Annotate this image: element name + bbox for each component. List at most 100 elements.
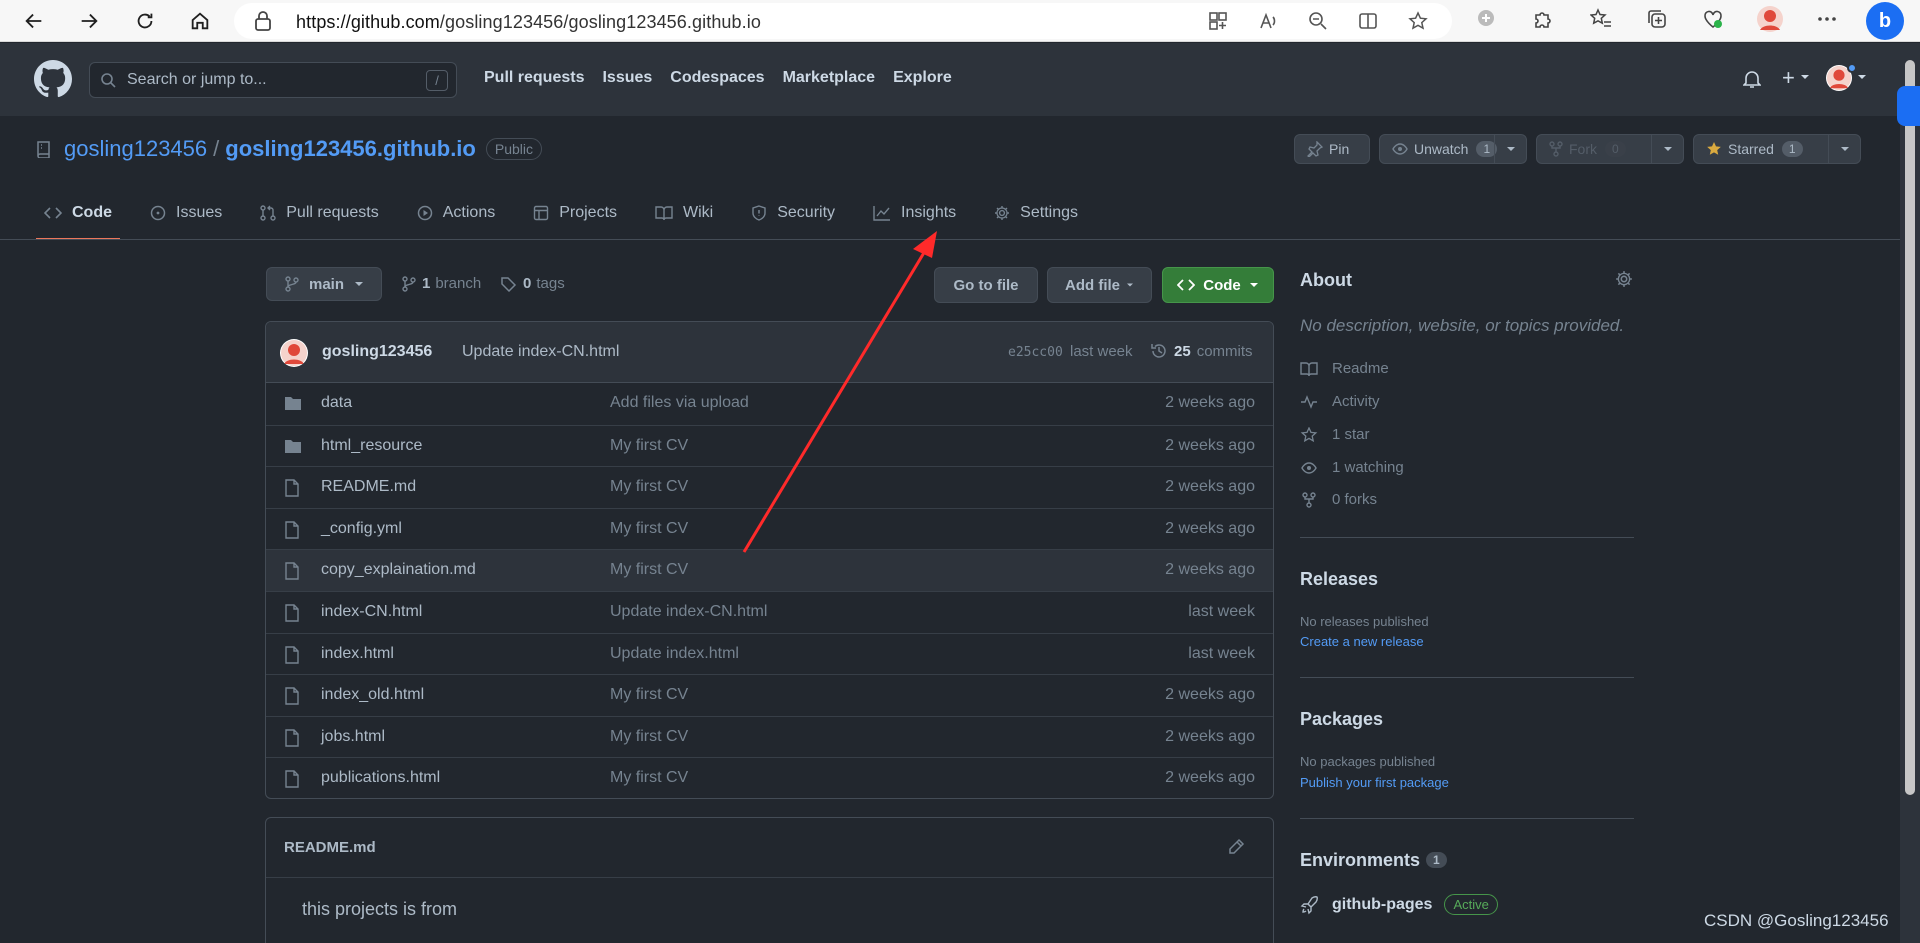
extension-icon[interactable]: [1476, 8, 1496, 28]
commit-message-link[interactable]: Update index-CN.html: [462, 343, 619, 361]
file-name-link[interactable]: _config.yml: [321, 520, 402, 538]
forks-link[interactable]: 0 forks: [1300, 491, 1377, 508]
chevron-down-icon[interactable]: [1800, 73, 1810, 81]
file-commit-message-link[interactable]: My first CV: [610, 520, 688, 538]
tab-pull-requests[interactable]: Pull requests: [252, 198, 379, 240]
file-commit-message-link[interactable]: My first CV: [610, 728, 688, 746]
starred-button[interactable]: Starred 1: [1693, 134, 1861, 164]
refresh-icon[interactable]: [128, 4, 162, 38]
nav-pull-requests[interactable]: Pull requests: [484, 69, 584, 87]
tab-security[interactable]: Security: [743, 198, 835, 240]
file-commit-message-link[interactable]: My first CV: [610, 769, 688, 787]
environment-github-pages[interactable]: github-pages Active: [1300, 894, 1498, 915]
commit-author-avatar[interactable]: [280, 339, 308, 367]
read-aloud-icon[interactable]: [1258, 11, 1278, 31]
collections-icon[interactable]: [1646, 8, 1668, 30]
watchers-link[interactable]: 1 watching: [1300, 459, 1404, 476]
file-row[interactable]: publications.html My first CV 2 weeks ago: [266, 757, 1273, 798]
file-row[interactable]: README.md My first CV 2 weeks ago: [266, 466, 1273, 508]
repo-name-link[interactable]: gosling123456.github.io: [225, 136, 476, 162]
unwatch-dropdown-chevron-icon[interactable]: [1494, 135, 1526, 163]
avatar-chevron-down-icon[interactable]: [1857, 73, 1867, 81]
add-file-button[interactable]: Add file: [1047, 267, 1152, 303]
back-icon[interactable]: [17, 4, 51, 38]
file-row[interactable]: data Add files via upload 2 weeks ago: [266, 383, 1273, 425]
file-row[interactable]: index-CN.html Update index-CN.html last we…: [266, 590, 1273, 633]
split-screen-icon[interactable]: [1358, 11, 1378, 31]
file-name-link[interactable]: index_old.html: [321, 686, 424, 704]
tab-insights[interactable]: Insights: [865, 198, 956, 240]
file-row[interactable]: jobs.html My first CV 2 weeks ago: [266, 715, 1273, 758]
file-row[interactable]: copy_explaination.md My first CV 2 weeks a…: [266, 549, 1273, 591]
file-commit-message-link[interactable]: My first CV: [610, 478, 688, 496]
commit-sha-link[interactable]: e25cc00: [1008, 345, 1063, 360]
forward-icon[interactable]: [72, 4, 106, 38]
bing-copilot-icon[interactable]: b: [1866, 2, 1904, 40]
address-bar[interactable]: https://github.com/gosling123456/gosling…: [234, 3, 1452, 39]
readme-title[interactable]: README.md: [284, 839, 376, 856]
file-commit-message-link[interactable]: My first CV: [610, 437, 688, 455]
create-new-plus-icon[interactable]: +: [1782, 65, 1795, 91]
starred-dropdown-chevron-icon[interactable]: [1828, 135, 1860, 163]
file-commit-message-link[interactable]: Update index.html: [610, 645, 739, 663]
health-icon[interactable]: [1702, 8, 1724, 30]
activity-link[interactable]: Activity: [1300, 393, 1380, 410]
commit-author-link[interactable]: gosling123456: [322, 343, 432, 361]
file-name-link[interactable]: data: [321, 394, 352, 412]
repo-owner-link[interactable]: gosling123456: [64, 136, 207, 162]
commit-history-link[interactable]: 25 commits: [1150, 342, 1253, 360]
tab-issues[interactable]: Issues: [142, 198, 222, 240]
releases-heading[interactable]: Releases: [1300, 569, 1378, 590]
github-logo-icon[interactable]: [34, 60, 72, 98]
create-release-link[interactable]: Create a new release: [1300, 634, 1424, 649]
zoom-out-icon[interactable]: [1308, 11, 1328, 31]
puzzle-icon[interactable]: [1532, 8, 1554, 30]
nav-issues[interactable]: Issues: [602, 69, 652, 87]
packages-heading[interactable]: Packages: [1300, 709, 1383, 730]
more-icon[interactable]: [1816, 8, 1838, 30]
file-commit-message-link[interactable]: Update index-CN.html: [610, 603, 767, 621]
file-row[interactable]: index_old.html My first CV 2 weeks ago: [266, 674, 1273, 716]
apps-icon[interactable]: [1208, 11, 1228, 31]
file-name-link[interactable]: jobs.html: [321, 728, 385, 746]
unwatch-button[interactable]: Unwatch 1: [1379, 134, 1527, 164]
favorites-icon[interactable]: [1590, 8, 1612, 30]
tags-link[interactable]: 0 tags: [501, 275, 565, 292]
file-row[interactable]: html_resource My first CV 2 weeks ago: [266, 424, 1273, 467]
readme-link[interactable]: Readme: [1300, 360, 1389, 377]
code-button[interactable]: Code: [1162, 267, 1274, 303]
pin-button[interactable]: Pin: [1294, 134, 1370, 164]
file-commit-message-link[interactable]: My first CV: [610, 561, 688, 579]
nav-explore[interactable]: Explore: [893, 69, 952, 87]
file-name-link[interactable]: publications.html: [321, 769, 440, 787]
file-row[interactable]: _config.yml My first CV 2 weeks ago: [266, 507, 1273, 550]
notification-bell-icon[interactable]: [1743, 69, 1761, 89]
tab-projects[interactable]: Projects: [525, 198, 617, 240]
branches-link[interactable]: 1 branch: [402, 275, 481, 292]
search-input[interactable]: Search or jump to... /: [89, 62, 457, 98]
tab-wiki[interactable]: Wiki: [647, 198, 713, 240]
about-settings-gear-icon[interactable]: [1615, 270, 1633, 288]
file-commit-message-link[interactable]: Add files via upload: [610, 394, 749, 412]
home-icon[interactable]: [183, 4, 217, 38]
favorite-star-icon[interactable]: [1408, 11, 1428, 31]
nav-codespaces[interactable]: Codespaces: [670, 69, 764, 87]
file-name-link[interactable]: index-CN.html: [321, 603, 422, 621]
pencil-edit-icon[interactable]: [1227, 838, 1245, 856]
file-commit-message-link[interactable]: My first CV: [610, 686, 688, 704]
file-name-link[interactable]: copy_explaination.md: [321, 561, 476, 579]
nav-marketplace[interactable]: Marketplace: [783, 69, 876, 87]
environments-heading[interactable]: Environments 1: [1300, 850, 1447, 871]
stars-link[interactable]: 1 star: [1300, 426, 1370, 443]
sidebar-toggle-tab[interactable]: [1897, 86, 1920, 126]
file-name-link[interactable]: html_resource: [321, 437, 422, 455]
fork-button[interactable]: Fork 0: [1536, 134, 1684, 164]
fork-dropdown-chevron-icon[interactable]: [1651, 135, 1683, 163]
scrollbar-thumb[interactable]: [1905, 60, 1915, 795]
go-to-file-button[interactable]: Go to file: [934, 267, 1038, 303]
file-row[interactable]: index.html Update index.html last week: [266, 632, 1273, 675]
tab-code[interactable]: Code: [36, 198, 120, 240]
file-name-link[interactable]: README.md: [321, 478, 416, 496]
profile-avatar-icon[interactable]: [1756, 5, 1784, 33]
publish-package-link[interactable]: Publish your first package: [1300, 775, 1449, 790]
